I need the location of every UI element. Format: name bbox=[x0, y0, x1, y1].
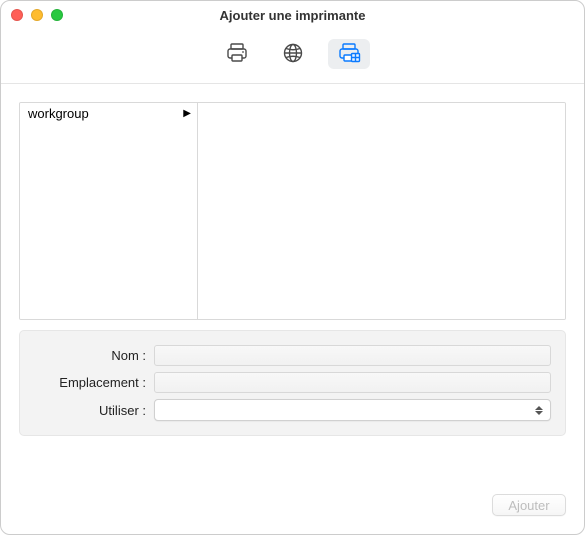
form-row-name: Nom : bbox=[34, 345, 551, 366]
toolbar-tab-windows[interactable] bbox=[328, 39, 370, 69]
globe-icon bbox=[281, 42, 305, 67]
browser-column-workgroups[interactable]: workgroup ▶ bbox=[20, 103, 198, 319]
browser-item-workgroup[interactable]: workgroup ▶ bbox=[20, 103, 197, 124]
updown-chevrons-icon bbox=[534, 403, 544, 417]
content-area: workgroup ▶ Nom : Emplacement : Utiliser… bbox=[1, 84, 584, 484]
printer-windows-icon bbox=[337, 42, 361, 67]
browser-item-label: workgroup bbox=[28, 106, 89, 121]
use-label: Utiliser : bbox=[34, 403, 154, 418]
add-button[interactable]: Ajouter bbox=[492, 494, 566, 516]
printer-icon bbox=[225, 42, 249, 67]
chevron-right-icon: ▶ bbox=[183, 108, 191, 119]
use-select[interactable] bbox=[154, 399, 551, 421]
location-label: Emplacement : bbox=[34, 375, 154, 390]
form-row-use: Utiliser : bbox=[34, 399, 551, 421]
toolbar-tab-ip[interactable] bbox=[272, 39, 314, 69]
browser-panel: workgroup ▶ bbox=[19, 102, 566, 320]
toolbar-tab-default[interactable] bbox=[216, 39, 258, 69]
titlebar: Ajouter une imprimante bbox=[1, 1, 584, 29]
traffic-lights bbox=[11, 9, 63, 21]
form-panel: Nom : Emplacement : Utiliser : bbox=[19, 330, 566, 436]
location-field[interactable] bbox=[154, 372, 551, 393]
close-window-button[interactable] bbox=[11, 9, 23, 21]
footer: Ajouter bbox=[1, 484, 584, 534]
add-printer-window: Ajouter une imprimante bbox=[0, 0, 585, 535]
form-row-location: Emplacement : bbox=[34, 372, 551, 393]
toolbar bbox=[1, 29, 584, 84]
name-label: Nom : bbox=[34, 348, 154, 363]
window-title: Ajouter une imprimante bbox=[11, 8, 574, 23]
browser-column-hosts[interactable] bbox=[198, 103, 565, 319]
minimize-window-button[interactable] bbox=[31, 9, 43, 21]
name-field[interactable] bbox=[154, 345, 551, 366]
zoom-window-button[interactable] bbox=[51, 9, 63, 21]
add-button-label: Ajouter bbox=[508, 498, 549, 513]
